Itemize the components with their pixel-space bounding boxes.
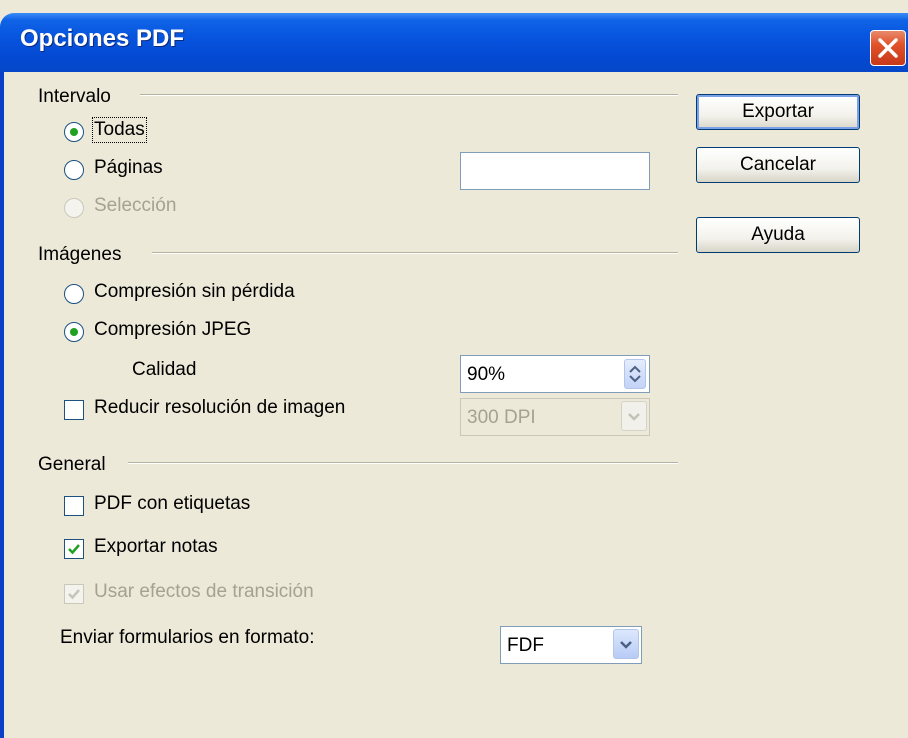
chevron-down-icon [621,401,647,431]
close-button[interactable] [870,30,906,66]
radio-selection-label: Selección [94,195,177,216]
range-separator [140,94,678,96]
submit-format-value: FDF [507,635,544,656]
title-bar[interactable]: Opciones PDF [0,13,908,72]
export-notes-checkbox[interactable] [64,539,84,559]
chevron-down-icon[interactable] [613,629,639,659]
help-button[interactable]: Ayuda [696,217,860,253]
quality-value: 90% [467,364,506,385]
export-button[interactable]: Exportar [696,94,860,130]
reduce-resolution-checkbox[interactable] [64,400,84,420]
quality-spinner[interactable]: 90% [460,355,650,393]
submit-format-label: Enviar formularios en formato: [60,627,315,648]
reduce-resolution-label[interactable]: Reducir resolución de imagen [94,397,345,419]
radio-lossless-compression[interactable] [64,284,84,304]
radio-jpeg-compression[interactable] [64,322,84,342]
general-separator [128,462,678,464]
resolution-select: 300 DPI [460,398,650,436]
radio-page-range-label[interactable]: Páginas [94,157,163,179]
radio-page-range[interactable] [64,160,84,180]
resolution-value: 300 DPI [467,407,536,428]
tagged-pdf-label[interactable]: PDF con etiquetas [94,493,250,515]
cancel-button[interactable]: Cancelar [696,147,860,183]
page-range-input[interactable] [460,152,650,190]
radio-jpeg-compression-label[interactable]: Compresión JPEG [94,319,251,341]
window-title: Opciones PDF [20,25,185,52]
general-heading: General [38,454,106,475]
transition-effects-label: Usar efectos de transición [94,581,314,602]
spin-arrows-icon[interactable] [624,359,646,389]
images-separator [152,252,678,254]
range-heading: Intervalo [38,86,111,107]
export-notes-label[interactable]: Exportar notas [94,536,218,558]
tagged-pdf-checkbox[interactable] [64,496,84,516]
radio-lossless-compression-label[interactable]: Compresión sin pérdida [94,281,295,303]
radio-all-pages[interactable] [64,122,84,142]
pdf-options-dialog: Opciones PDF Intervalo Todas Páginas Sel… [0,0,908,738]
close-icon [878,38,898,58]
radio-selection [64,198,84,218]
transition-effects-checkbox [64,584,84,604]
radio-all-pages-label[interactable]: Todas [92,117,147,143]
check-icon [68,544,80,555]
submit-format-select[interactable]: FDF [500,626,642,664]
images-heading: Imágenes [38,244,122,265]
check-icon [68,589,80,600]
quality-label: Calidad [132,359,197,380]
